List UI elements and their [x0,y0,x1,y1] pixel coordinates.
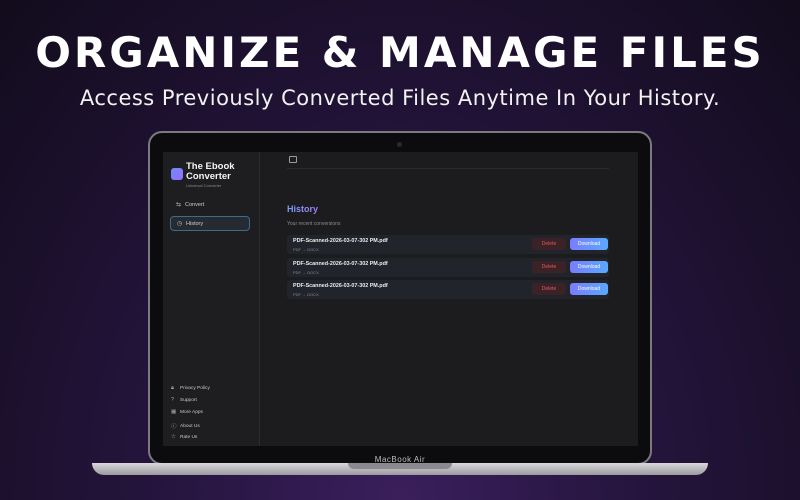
footer-item-label: About Us [180,423,200,429]
download-button[interactable]: Download [570,261,608,273]
grid-icon: ▦ [171,409,177,415]
footer-item-label: Rate Us [180,434,198,440]
footer-item-label: Privacy Policy [180,386,210,391]
toolbar-divider [287,168,609,169]
footer-item-about-us[interactable]: ⓘ About Us [171,422,200,431]
footer-item-label: More Apps [180,409,203,415]
subheadline: Access Previously Converted Files Anytim… [79,86,721,110]
camera-notch [397,142,402,147]
lock-icon: 🔒︎ [171,385,174,391]
delete-button[interactable]: Delete [532,238,566,250]
delete-button[interactable]: Delete [532,283,566,295]
file-name: PDF-Scanned-2026-03-07-302 PM.pdf [293,283,388,289]
sidebar-item-label: History [186,220,204,227]
download-button[interactable]: Download [570,283,608,295]
footer-item-privacy-policy[interactable]: 🔒︎ Privacy Policy [171,385,210,392]
convert-arrows-icon: ⇆ [176,202,182,208]
sidebar: The Ebook Converter Universal Converter … [163,152,260,446]
headline: ORGANIZE & MANAGE FILES [35,28,765,77]
app-logo-icon [171,168,183,180]
info-icon: ⓘ [171,424,177,430]
question-icon: ? [171,397,175,403]
footer-item-support[interactable]: ? Support [171,397,197,403]
clock-icon: ◷ [177,221,183,227]
history-row: PDF-Scanned-2026-03-07-302 PM.pdf PDF → … [287,235,609,254]
app-window: The Ebook Converter Universal Converter … [163,152,638,446]
app-title: The Ebook Converter [186,161,235,182]
footer-item-label: Support [180,397,197,403]
sidebar-item-convert[interactable]: ⇆ Convert [170,197,250,212]
app-subtitle: Universal Converter [186,183,222,188]
sidebar-item-label: Convert [185,201,205,208]
history-row: PDF-Scanned-2026-03-07-302 PM.pdf PDF → … [287,280,609,299]
device-label: MacBook Air [374,455,426,464]
history-row: PDF-Scanned-2026-03-07-302 PM.pdf PDF → … [287,258,609,277]
conversion-type: PDF → DOCX [293,292,319,297]
sidebar-toggle-icon[interactable] [289,156,297,163]
delete-button[interactable]: Delete [532,261,566,273]
conversion-type: PDF → DOCX [293,247,319,252]
page-title: History [287,204,319,214]
file-name: PDF-Scanned-2026-03-07-302 PM.pdf [293,261,388,267]
star-icon: ☆ [171,434,176,440]
page-subtitle: Your recent conversions [287,221,341,227]
conversion-type: PDF → DOCX [293,270,319,275]
file-name: PDF-Scanned-2026-03-07-302 PM.pdf [293,238,388,244]
sidebar-item-history[interactable]: ◷ History [170,216,250,231]
footer-item-rate-us[interactable]: ☆ Rate Us [171,434,197,440]
footer-item-more-apps[interactable]: ▦ More Apps [171,409,203,415]
download-button[interactable]: Download [570,238,608,250]
